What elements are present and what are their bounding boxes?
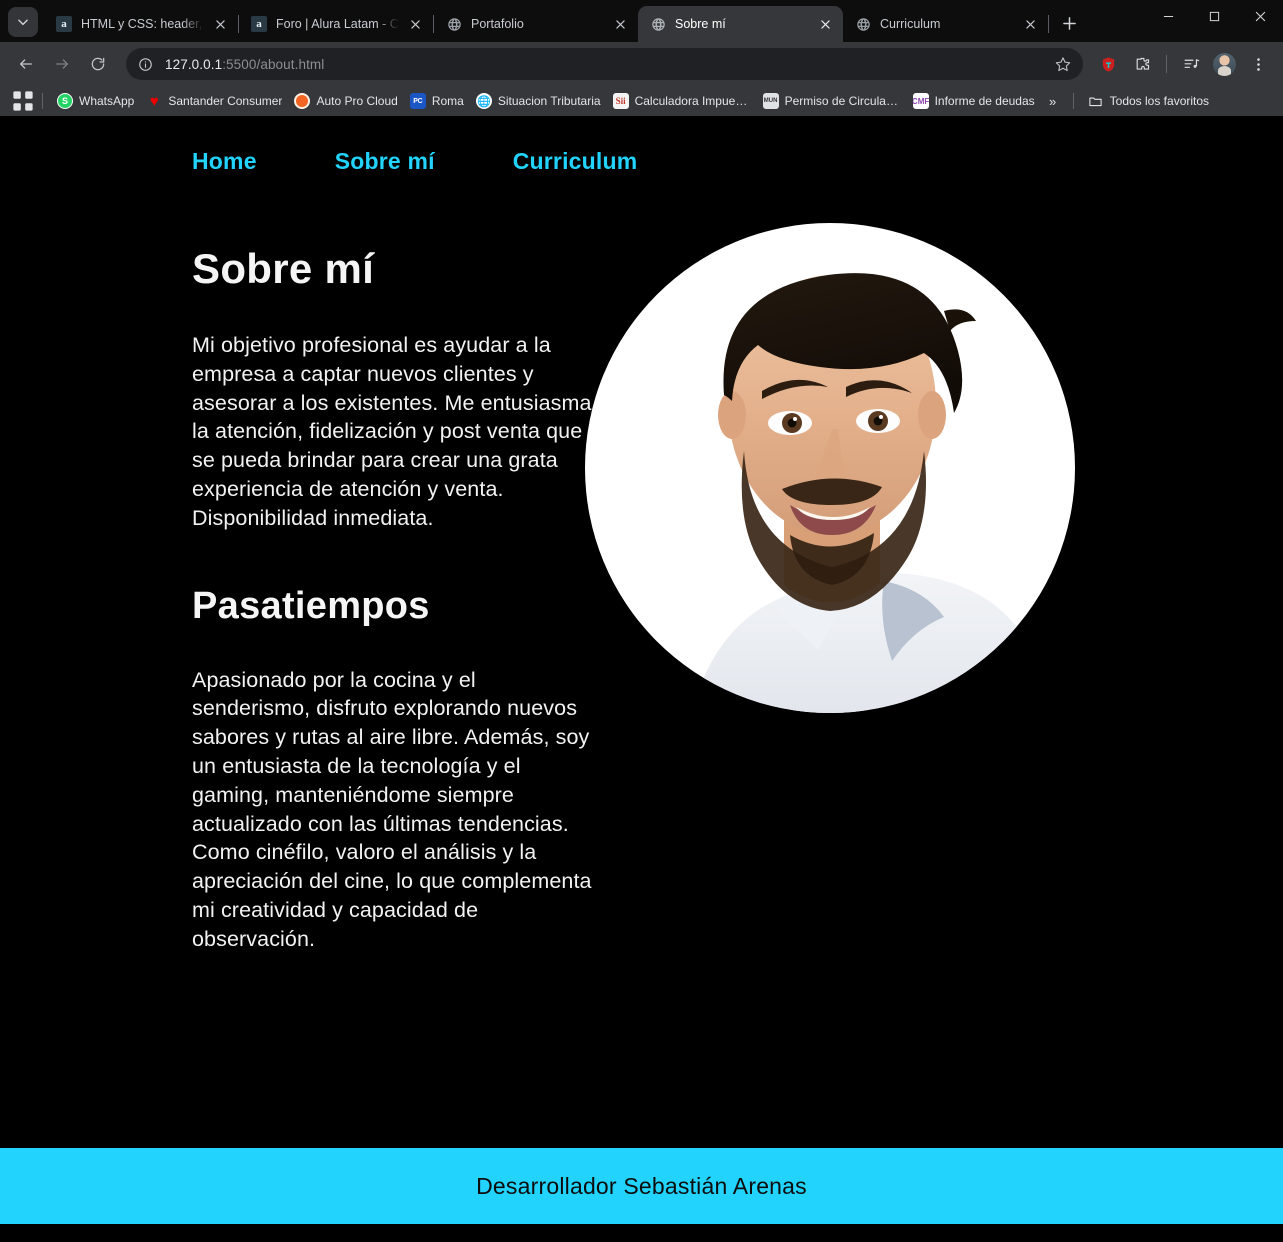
bookmark-item[interactable]: MUN Permiso de Circulaci... (757, 90, 907, 112)
page-title: Sobre mí (192, 245, 375, 292)
site-footer: Desarrollador Sebastián Arenas (0, 1148, 1283, 1224)
star-icon[interactable] (1049, 50, 1077, 78)
bookmarks-bar: WhatsApp ♥ Santander Consumer Auto Pro C… (0, 86, 1283, 116)
footer-text: Desarrollador Sebastián Arenas (476, 1172, 807, 1199)
informe-icon: CMF (912, 93, 929, 109)
tab-separator (1048, 15, 1049, 33)
bookmark-label: Situacion Tributaria (497, 94, 601, 108)
globe-icon (855, 16, 871, 32)
nav-link-curriculum[interactable]: Curriculum (513, 148, 638, 175)
tab-search-icon[interactable] (8, 7, 38, 37)
santander-icon: ♥ (149, 93, 159, 109)
browser-tab[interactable]: a HTML y CSS: header, foot (44, 6, 238, 42)
browser-window: a HTML y CSS: header, foot a Foro | Alur… (0, 0, 1283, 1242)
minimize-button[interactable] (1145, 0, 1191, 33)
page-viewport: Home Sobre mí Curriculum Sobre mí Mi obj… (0, 116, 1283, 1242)
close-icon[interactable] (815, 14, 835, 34)
browser-tab[interactable]: Curriculum (843, 6, 1048, 42)
autoprocloud-icon (294, 93, 311, 109)
close-icon[interactable] (610, 14, 630, 34)
browser-tab[interactable]: Portafolio (434, 6, 638, 42)
bookmark-item[interactable]: PC Roma (404, 90, 470, 112)
bookmark-item[interactable]: CMF Informe de deudas (907, 90, 1041, 112)
three-dot-menu-icon[interactable] (1243, 49, 1273, 79)
new-tab-button[interactable] (1055, 9, 1083, 37)
bookmark-item[interactable]: Sii Calculadora Impues... (607, 90, 757, 112)
profile-avatar[interactable] (1213, 52, 1236, 76)
profile-photo (584, 183, 1076, 753)
nav-link-sobre-mi[interactable]: Sobre mí (335, 148, 435, 175)
extensions-puzzle-icon[interactable] (1127, 49, 1157, 79)
tab-title: Sobre mí (675, 17, 726, 31)
reload-icon[interactable] (83, 49, 113, 79)
alura-icon: a (56, 16, 72, 32)
close-icon[interactable] (210, 14, 230, 34)
tab-strip: a HTML y CSS: header, foot a Foro | Alur… (0, 0, 1283, 42)
close-window-button[interactable] (1237, 0, 1283, 33)
bookmark-label: Auto Pro Cloud (316, 94, 398, 108)
sii-icon: 🌐 (475, 93, 492, 109)
bookmark-item[interactable]: WhatsApp (51, 90, 140, 112)
extension-red-icon[interactable] (1093, 49, 1123, 79)
about-photo-column (584, 175, 1076, 753)
permiso-icon: MUN (762, 93, 779, 109)
bookmark-label: Santander Consumer (168, 94, 283, 108)
about-section: Sobre mí Mi objetivo profesional es ayud… (0, 175, 1283, 954)
window-controls (1145, 0, 1283, 42)
bookmark-item[interactable]: ♥ Santander Consumer (140, 90, 288, 112)
bookmark-item[interactable]: 🌐 Situacion Tributaria (470, 90, 607, 112)
maximize-button[interactable] (1191, 0, 1237, 33)
all-bookmarks-label: Todos los favoritos (1109, 94, 1210, 108)
bookmark-item[interactable]: Auto Pro Cloud (288, 90, 403, 112)
hobbies-paragraph: Apasionado por la cocina y el senderismo… (192, 667, 592, 951)
bookmarks-overflow-button[interactable]: » (1041, 90, 1065, 112)
url-host: 127.0.0.1 (165, 56, 223, 72)
apps-grid-icon[interactable] (12, 90, 34, 112)
bookmark-label: Permiso de Circulaci... (784, 94, 901, 108)
close-icon[interactable] (1020, 14, 1040, 34)
bookmarks-separator (42, 93, 43, 109)
globe-icon (446, 16, 462, 32)
toolbar-separator (1166, 55, 1167, 73)
tab-title: Foro | Alura Latam - Curs (276, 17, 399, 31)
tab-title: Curriculum (880, 17, 941, 31)
browser-tab[interactable]: a Foro | Alura Latam - Curs (239, 6, 433, 42)
tab-title: HTML y CSS: header, foot (81, 17, 204, 31)
tab-title: Portafolio (471, 17, 524, 31)
all-bookmarks-button[interactable]: Todos los favoritos (1082, 90, 1215, 112)
browser-toolbar: 127.0.0.1:5500/about.html (0, 42, 1283, 86)
calculadora-icon: Sii (612, 93, 629, 109)
bookmark-label: WhatsApp (79, 94, 135, 108)
about-paragraph: Mi objetivo profesional es ayudar a la e… (192, 333, 592, 530)
url-path: :5500/about.html (222, 56, 325, 72)
hobbies-title: Pasatiempos (192, 584, 430, 627)
back-arrow-icon[interactable] (11, 49, 41, 79)
forward-arrow-icon[interactable] (47, 49, 77, 79)
alura-icon: a (251, 16, 267, 32)
globe-icon (650, 16, 666, 32)
tab-list: a HTML y CSS: header, foot a Foro | Alur… (44, 0, 1145, 42)
nav-link-home[interactable]: Home (192, 148, 257, 175)
bookmark-label: Roma (431, 94, 464, 108)
close-icon[interactable] (405, 14, 425, 34)
bookmark-label: Calculadora Impues... (634, 94, 751, 108)
url-text: 127.0.0.1:5500/about.html (158, 57, 1049, 72)
site-navigation: Home Sobre mí Curriculum (0, 116, 1283, 175)
about-text-column: Sobre mí Mi objetivo profesional es ayud… (192, 175, 600, 954)
media-list-icon[interactable] (1176, 49, 1206, 79)
address-bar[interactable]: 127.0.0.1:5500/about.html (126, 48, 1083, 80)
bookmark-label: Informe de deudas (934, 94, 1035, 108)
browser-tab-active[interactable]: Sobre mí (638, 6, 843, 42)
bookmarks-separator (1072, 93, 1074, 109)
whatsapp-icon (57, 93, 73, 109)
roma-icon: PC (409, 93, 426, 109)
info-circle-icon[interactable] (132, 51, 158, 77)
page-content: Home Sobre mí Curriculum Sobre mí Mi obj… (0, 116, 1283, 1148)
